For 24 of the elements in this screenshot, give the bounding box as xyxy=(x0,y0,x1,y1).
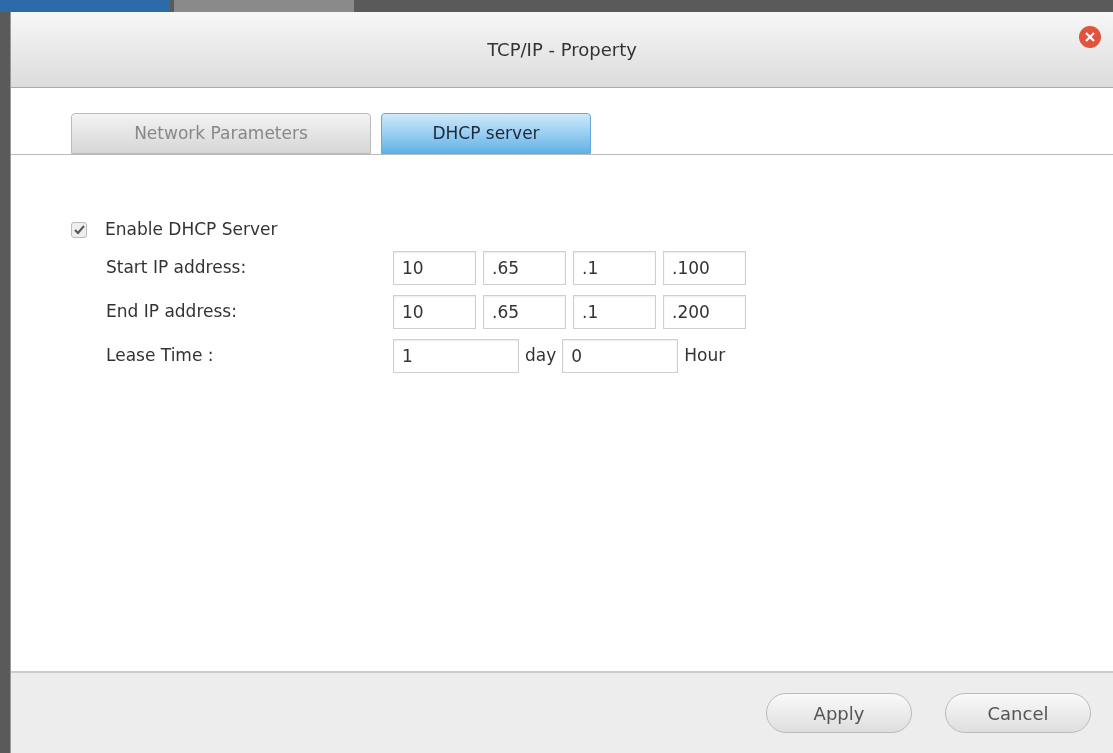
checkbox-label: Enable DHCP Server xyxy=(105,218,278,241)
input-field[interactable]: .65 xyxy=(483,251,566,285)
unit-label: day xyxy=(525,344,557,368)
dialog-button[interactable]: Cancel xyxy=(945,693,1091,733)
close-button[interactable] xyxy=(1079,26,1101,48)
close-icon xyxy=(1085,32,1095,42)
input-field[interactable]: .1 xyxy=(573,295,656,329)
dialog-button[interactable]: Apply xyxy=(766,693,912,733)
unit-label: Hour xyxy=(684,344,726,368)
field-label: End IP address: xyxy=(106,300,238,324)
field-label: Lease Time : xyxy=(106,344,215,368)
input-field[interactable]: 1 xyxy=(393,339,519,373)
input-field[interactable]: .200 xyxy=(663,295,746,329)
input-field[interactable]: .1 xyxy=(573,251,656,285)
field-label: Start IP address: xyxy=(106,256,248,280)
checkbox[interactable] xyxy=(71,221,87,238)
input-field[interactable]: 0 xyxy=(562,339,679,373)
window-title: TCP/IP - Property xyxy=(487,38,637,62)
input-field[interactable]: .100 xyxy=(663,251,746,285)
input-field[interactable]: 10 xyxy=(393,251,476,285)
tab[interactable]: DHCP server xyxy=(381,113,591,154)
input-field[interactable]: 10 xyxy=(393,295,476,329)
input-field[interactable]: .65 xyxy=(483,295,566,329)
checkmark-icon xyxy=(73,224,85,235)
